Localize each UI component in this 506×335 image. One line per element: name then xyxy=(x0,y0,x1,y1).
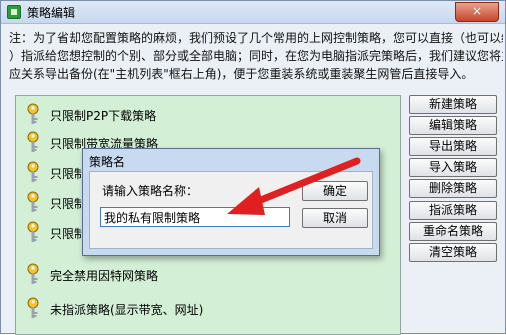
import-policy-button[interactable]: 导入策略 xyxy=(409,158,497,177)
cancel-button[interactable]: 取消 xyxy=(302,208,368,228)
dialog-body: 请输入策略名称： 确定 取消 xyxy=(89,171,373,249)
key-icon xyxy=(27,263,39,284)
policy-label: 未指派策略(显示带宽、网址) xyxy=(50,303,204,317)
policy-name-prompt: 请输入策略名称： xyxy=(102,184,199,198)
key-icon xyxy=(27,297,39,318)
key-icon xyxy=(27,103,39,124)
policy-label: 只限制 xyxy=(50,167,87,181)
key-icon xyxy=(27,221,39,242)
notice-line: 注：为了省却您配置策略的麻烦，我们预设了几个常用的上网控制策略，您可以直接（也可… xyxy=(9,31,503,45)
assign-policy-button[interactable]: 指派策略 xyxy=(409,201,497,220)
policy-label: 只限制P2P下载策略 xyxy=(50,109,157,123)
policy-label: 只限制 xyxy=(50,197,87,211)
delete-policy-button[interactable]: 删除策略 xyxy=(409,179,497,198)
notice-text: 注：为了省却您配置策略的麻烦，我们预设了几个常用的上网控制策略，您可以直接（也可… xyxy=(9,29,503,83)
key-icon xyxy=(27,131,39,152)
policy-label: 完全禁用因特网策略 xyxy=(50,269,159,283)
clear-policy-button[interactable]: 清空策略 xyxy=(409,243,497,262)
new-policy-button[interactable]: 新建策略 xyxy=(409,95,497,114)
rename-policy-button[interactable]: 重命名策略 xyxy=(409,222,497,241)
app-icon xyxy=(7,5,21,19)
window-title: 策略编辑 xyxy=(27,6,76,20)
notice-line: 应关系导出备份(在"主机列表"框右上角)，便于您重装系统或重装聚生网管后直接导入… xyxy=(9,67,474,81)
key-icon xyxy=(27,191,39,212)
key-icon xyxy=(27,161,39,182)
title-bar[interactable]: 策略编辑 × xyxy=(1,1,505,24)
dialog-title: 策略名 xyxy=(89,155,126,169)
close-button[interactable]: × xyxy=(455,2,499,22)
policy-name-input[interactable] xyxy=(100,207,290,227)
ok-button[interactable]: 确定 xyxy=(302,181,368,201)
edit-policy-button[interactable]: 编辑策略 xyxy=(409,116,497,135)
notice-line: ）指派给您想控制的个别、部分或全部电脑；同时，在您为电脑指派完策略后，我们建议您… xyxy=(9,49,503,63)
policy-label: 只限制 xyxy=(50,227,87,241)
export-policy-button[interactable]: 导出策略 xyxy=(409,137,497,156)
policy-editor-window: 策略编辑 × 注：为了省却您配置策略的麻烦，我们预设了几个常用的上网控制策略，您… xyxy=(0,0,506,335)
policy-name-dialog: 策略名 请输入策略名称： 确定 取消 xyxy=(82,148,380,256)
